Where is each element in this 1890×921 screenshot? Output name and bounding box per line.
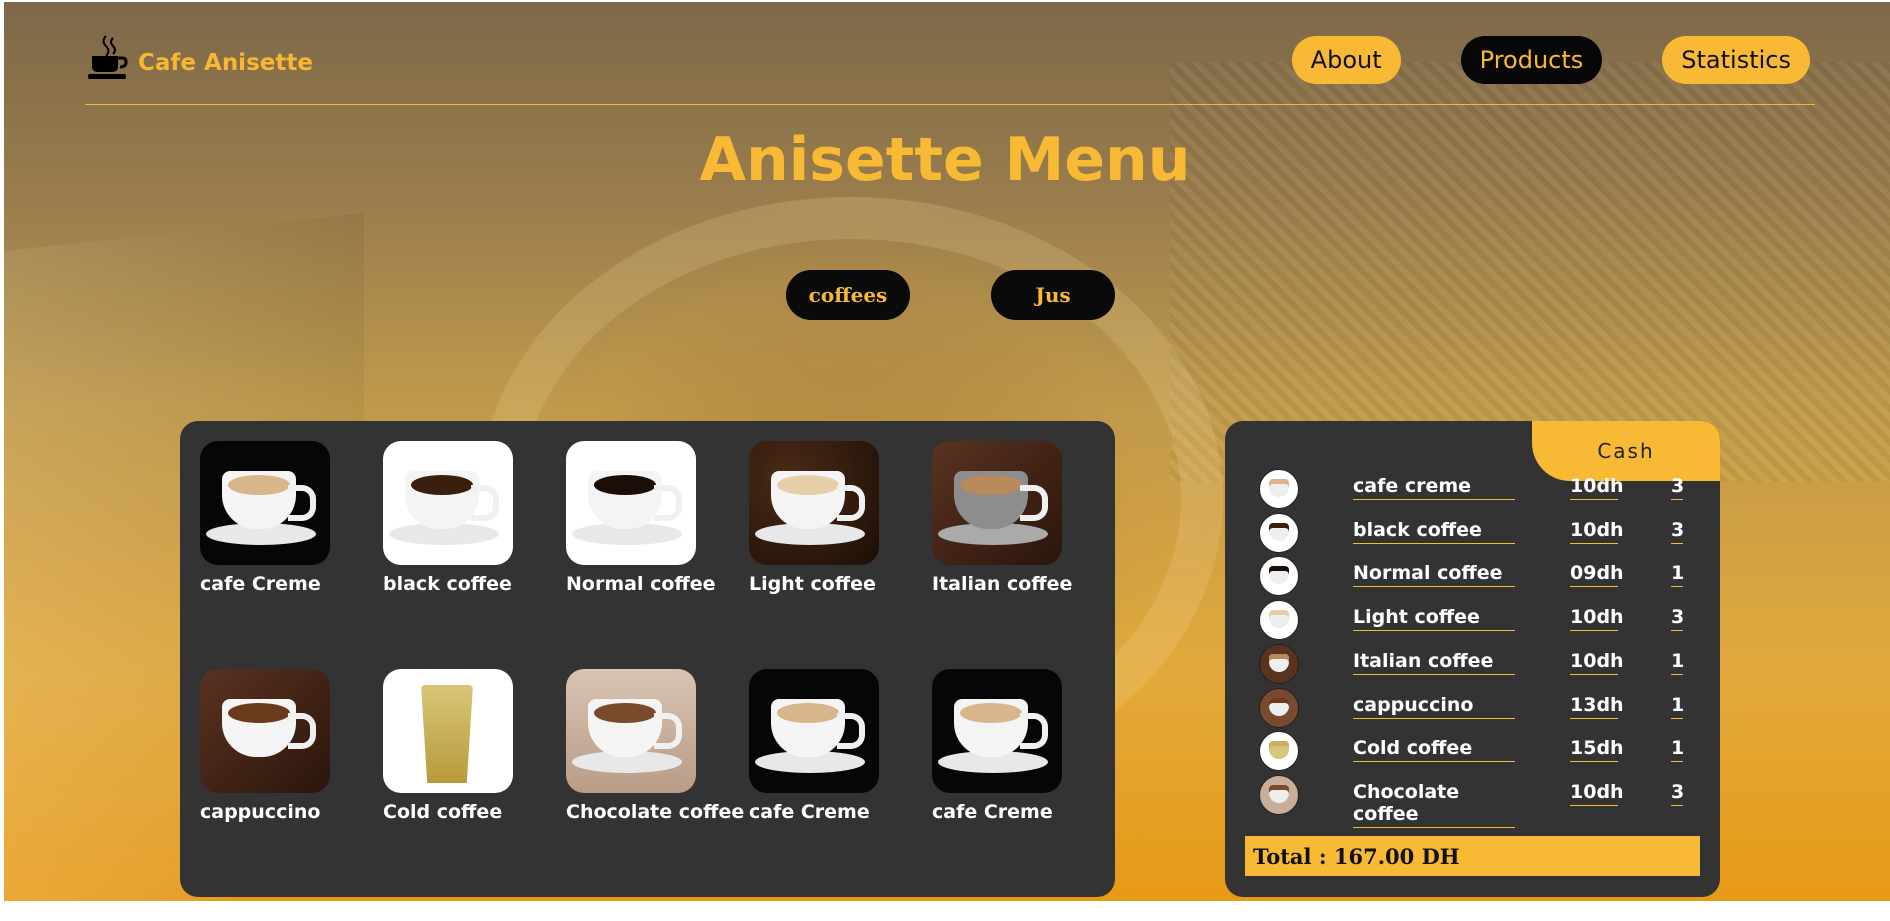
header-divider — [85, 104, 1815, 105]
order-item-qty: 3 — [1671, 781, 1684, 806]
order-row: Chocolate coffee 10dh 3 — [1225, 775, 1720, 828]
order-item-thumbnail — [1259, 688, 1299, 728]
product-card[interactable]: cappuccino — [200, 669, 370, 823]
product-image — [566, 441, 696, 565]
order-item-price: 15dh — [1570, 737, 1624, 762]
order-item-price: 10dh — [1570, 781, 1624, 806]
product-card[interactable]: Cold coffee — [383, 669, 553, 823]
order-panel: Cash cafe creme 10dh 3 black coffee 10dh… — [1225, 421, 1720, 897]
product-label: cappuccino — [200, 801, 321, 823]
product-image — [749, 669, 879, 793]
product-card[interactable]: black coffee — [383, 441, 553, 595]
order-item-qty: 1 — [1671, 562, 1684, 587]
order-item-price: 09dh — [1570, 562, 1624, 587]
product-card[interactable]: cafe Creme — [200, 441, 370, 595]
order-row: Cold coffee 15dh 1 — [1225, 731, 1720, 771]
order-item-qty: 3 — [1671, 606, 1684, 631]
product-card[interactable]: cafe Creme — [749, 669, 919, 823]
product-image — [932, 441, 1062, 565]
order-item-name: Cold coffee — [1353, 737, 1515, 762]
product-label: Cold coffee — [383, 801, 503, 823]
order-row: Italian coffee 10dh 1 — [1225, 644, 1720, 684]
order-item-qty: 1 — [1671, 737, 1684, 762]
product-label: Light coffee — [749, 573, 876, 595]
product-image — [749, 441, 879, 565]
product-image — [200, 669, 330, 793]
order-item-price: 10dh — [1570, 606, 1624, 631]
product-card[interactable]: Italian coffee — [932, 441, 1102, 595]
order-item-qty: 1 — [1671, 694, 1684, 719]
product-label: cafe Creme — [932, 801, 1053, 823]
order-row: Normal coffee 09dh 1 — [1225, 556, 1720, 596]
product-image — [200, 441, 330, 565]
order-item-name: cappuccino — [1353, 694, 1515, 719]
order-item-qty: 3 — [1671, 475, 1684, 500]
menu-title: Anisette Menu — [699, 125, 1191, 195]
product-card[interactable]: Light coffee — [749, 441, 919, 595]
order-item-qty: 3 — [1671, 519, 1684, 544]
nav-statistics-button[interactable]: Statistics — [1662, 36, 1810, 84]
brand[interactable]: Cafe Anisette — [88, 32, 313, 80]
order-item-qty: 1 — [1671, 650, 1684, 675]
order-item-thumbnail — [1259, 731, 1299, 771]
product-card[interactable]: cafe Creme — [932, 669, 1102, 823]
order-item-name: Chocolate coffee — [1353, 781, 1515, 828]
order-item-name: Normal coffee — [1353, 562, 1515, 587]
product-label: Italian coffee — [932, 573, 1073, 595]
category-jus-button[interactable]: Jus — [991, 270, 1115, 320]
category-coffees-button[interactable]: coffees — [786, 270, 910, 320]
order-item-thumbnail — [1259, 469, 1299, 509]
order-item-name: cafe creme — [1353, 475, 1515, 500]
product-card[interactable]: Chocolate coffee — [566, 669, 745, 823]
order-item-name: Italian coffee — [1353, 650, 1515, 675]
order-item-thumbnail — [1259, 644, 1299, 684]
order-item-thumbnail — [1259, 775, 1299, 815]
order-item-price: 10dh — [1570, 650, 1624, 675]
order-item-name: Light coffee — [1353, 606, 1515, 631]
product-image — [383, 669, 513, 793]
order-row: Light coffee 10dh 3 — [1225, 600, 1720, 640]
product-label: Normal coffee — [566, 573, 716, 595]
nav-about-button[interactable]: About — [1291, 36, 1401, 84]
order-total: Total : 167.00 DH — [1245, 836, 1700, 876]
order-item-price: 10dh — [1570, 519, 1624, 544]
coffee-cup-icon — [88, 35, 128, 79]
product-label: cafe Creme — [749, 801, 870, 823]
order-item-price: 13dh — [1570, 694, 1624, 719]
product-image — [932, 669, 1062, 793]
product-label: Chocolate coffee — [566, 801, 745, 823]
product-card[interactable]: Normal coffee — [566, 441, 736, 595]
order-item-name: black coffee — [1353, 519, 1515, 544]
product-label: black coffee — [383, 573, 512, 595]
order-item-thumbnail — [1259, 513, 1299, 553]
order-row: black coffee 10dh 3 — [1225, 513, 1720, 553]
product-image — [566, 669, 696, 793]
product-label: cafe Creme — [200, 573, 321, 595]
nav-products-button[interactable]: Products — [1460, 36, 1603, 84]
brand-name: Cafe Anisette — [138, 50, 313, 76]
order-item-thumbnail — [1259, 600, 1299, 640]
order-item-thumbnail — [1259, 556, 1299, 596]
order-item-price: 10dh — [1570, 475, 1624, 500]
products-panel: cafe Creme black coffee Normal coffee Li… — [180, 421, 1115, 897]
order-row: cafe creme 10dh 3 — [1225, 469, 1720, 509]
product-image — [383, 441, 513, 565]
top-nav: About Products Statistics — [1291, 36, 1810, 84]
order-row: cappuccino 13dh 1 — [1225, 688, 1720, 728]
